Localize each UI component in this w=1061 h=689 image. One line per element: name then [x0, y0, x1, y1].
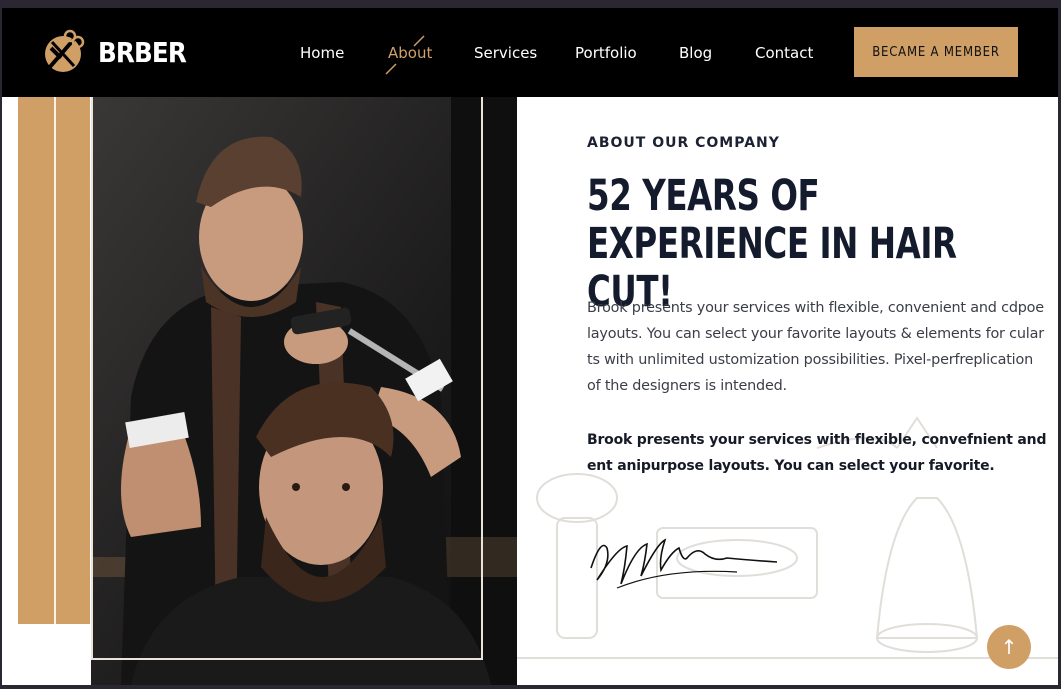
handwritten-signature: [590, 538, 778, 589]
nav-item-home[interactable]: Home: [300, 44, 344, 62]
nav-item-about-label: About: [388, 44, 433, 62]
brand-name: BRBER: [98, 35, 187, 69]
section-eyebrow: ABOUT OUR COMPANY: [587, 135, 780, 151]
about-paragraph-1: Brook presents your services with flexib…: [587, 300, 1044, 394]
arrow-up-icon: ↑: [1000, 635, 1018, 659]
became-member-button[interactable]: BECAME A MEMBER: [854, 27, 1018, 77]
scroll-to-top-button[interactable]: ↑: [987, 625, 1031, 669]
nav-item-services[interactable]: Services: [474, 44, 537, 62]
barber-illustration: [91, 97, 517, 685]
barber-photo: [91, 97, 517, 685]
about-paragraph-2: Brook presents your services with flexib…: [587, 432, 1047, 474]
nav-item-contact[interactable]: Contact: [755, 44, 813, 62]
scissors-comb-icon: [45, 29, 85, 72]
site-header: BRBER Home About Services Portfolio Blog…: [2, 8, 1058, 97]
logo[interactable]: BRBER: [40, 28, 198, 76]
nav-item-blog[interactable]: Blog: [679, 44, 712, 62]
accent-bar-divider: [54, 97, 56, 624]
page-frame: BRBER Home About Services Portfolio Blog…: [2, 8, 1058, 685]
nav-item-portfolio[interactable]: Portfolio: [575, 44, 637, 62]
nav-item-about[interactable]: About: [385, 35, 433, 75]
gold-accent-bar: [18, 97, 90, 624]
